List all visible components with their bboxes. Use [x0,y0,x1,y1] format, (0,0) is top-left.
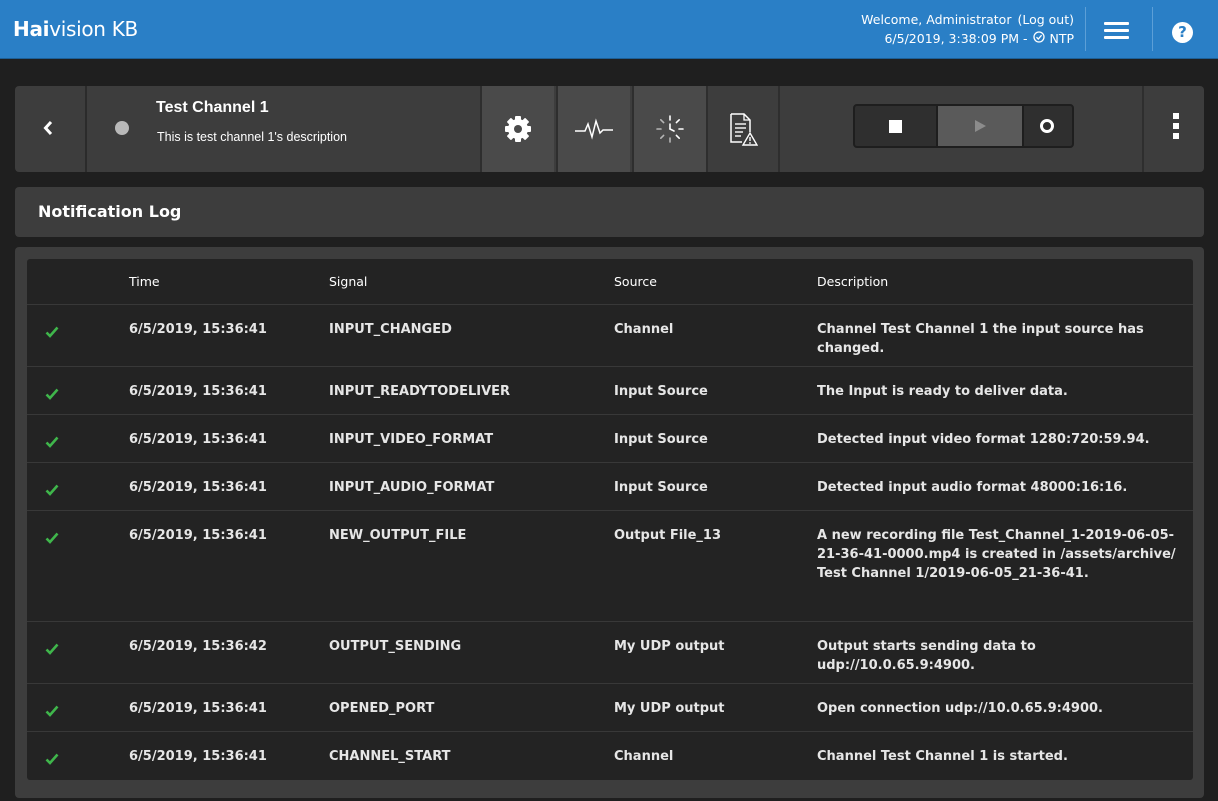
row-source: Output File_13 [614,528,722,543]
schedule-button[interactable] [632,86,706,172]
channel-status-indicator [115,121,129,135]
back-button[interactable] [15,86,87,172]
table-row[interactable]: 6/5/2019, 15:36:41 INPUT_READYTODELIVER … [27,367,1193,415]
column-header-description[interactable]: Description [817,274,888,289]
check-icon [45,323,59,342]
ntp-check-icon [1033,29,1046,48]
row-signal: INPUT_CHANGED [329,322,452,337]
row-time: 6/5/2019, 15:36:41 [129,528,267,543]
row-description: Open connection udp://10.0.65.9:4900. [817,701,1103,716]
row-description: Channel Test Channel 1 the input source … [817,322,1144,356]
channel-toolbar: Test Channel 1 This is test channel 1's … [15,86,1204,172]
row-time: 6/5/2019, 15:36:41 [129,432,267,447]
row-time: 6/5/2019, 15:36:41 [129,749,267,764]
table-row[interactable]: 6/5/2019, 15:36:41 OPENED_PORT My UDP ou… [27,684,1193,732]
column-header-time[interactable]: Time [129,274,160,289]
current-datetime: 6/5/2019, 3:38:09 PM - [884,31,1032,46]
top-header: Haivision KB Welcome, Administrator (Log … [0,0,1218,59]
check-icon [45,529,59,548]
table-row[interactable]: 6/5/2019, 15:36:41 INPUT_AUDIO_FORMAT In… [27,463,1193,511]
row-signal: OPENED_PORT [329,701,435,716]
record-icon [1040,119,1054,133]
column-header-signal[interactable]: Signal [329,274,367,289]
table-row[interactable]: 6/5/2019, 15:36:41 INPUT_CHANGED Channel… [27,305,1193,367]
row-source: Channel [614,322,674,337]
loading-icon [656,115,684,143]
alert-report-button[interactable] [706,86,780,172]
row-source: Input Source [614,432,708,447]
row-description: The Input is ready to deliver data. [817,384,1068,399]
stop-icon [889,120,902,133]
settings-button[interactable] [480,86,554,172]
row-signal: CHANNEL_START [329,749,451,764]
check-icon [45,385,59,404]
signal-icon [575,118,613,140]
row-source: My UDP output [614,701,725,716]
row-signal: OUTPUT_SENDING [329,639,462,654]
help-icon[interactable]: ? [1172,22,1193,43]
row-signal: INPUT_AUDIO_FORMAT [329,480,495,495]
row-time: 6/5/2019, 15:36:41 [129,384,267,399]
logout-link[interactable]: (Log out) [1017,12,1074,27]
check-icon [45,702,59,721]
more-options-button[interactable] [1142,86,1204,172]
check-icon [45,750,59,769]
row-source: Input Source [614,480,708,495]
row-signal: NEW_OUTPUT_FILE [329,528,467,543]
row-description: Detected input audio format 48000:16:16. [817,480,1128,495]
channel-title: Test Channel 1 [156,99,269,116]
transport-controls [853,104,1074,148]
table-row[interactable]: 6/5/2019, 15:36:41 INPUT_VIDEO_FORMAT In… [27,415,1193,463]
ntp-label: NTP [1049,31,1074,46]
row-description: Output starts sending data to udp://10.0… [817,639,1036,673]
statistics-button[interactable] [556,86,630,172]
column-header-source[interactable]: Source [614,274,657,289]
channel-description: This is test channel 1's description [157,130,347,144]
check-icon [45,640,59,659]
stop-button[interactable] [855,106,936,146]
row-time: 6/5/2019, 15:36:41 [129,322,267,337]
row-time: 6/5/2019, 15:36:42 [129,639,267,654]
row-source: Input Source [614,384,708,399]
row-description: Detected input video format 1280:720:59.… [817,432,1150,447]
row-description: Channel Test Channel 1 is started. [817,749,1068,764]
table-row[interactable]: 6/5/2019, 15:36:42 OUTPUT_SENDING My UDP… [27,622,1193,684]
notification-log-panel: Time Signal Source Description 6/5/2019,… [15,247,1204,798]
welcome-text: Welcome, Administrator [861,12,1012,27]
table-row[interactable]: 6/5/2019, 15:36:41 NEW_OUTPUT_FILE Outpu… [27,511,1193,622]
row-time: 6/5/2019, 15:36:41 [129,480,267,495]
header-divider [1085,7,1086,51]
check-icon [45,481,59,500]
row-description: A new recording file Test_Channel_1-2019… [817,528,1176,581]
header-divider [1152,7,1153,51]
user-info: Welcome, Administrator (Log out) 6/5/2019… [861,10,1074,48]
row-signal: INPUT_VIDEO_FORMAT [329,432,494,447]
table-header: Time Signal Source Description [27,259,1193,305]
play-button[interactable] [938,106,1022,146]
app-logo[interactable]: Haivision KB [13,17,138,41]
row-signal: INPUT_READYTODELIVER [329,384,511,399]
page-title: Notification Log [38,202,182,221]
record-button[interactable] [1024,106,1072,146]
row-source: Channel [614,749,674,764]
gear-icon [505,116,531,142]
chevron-left-icon [43,120,53,136]
row-time: 6/5/2019, 15:36:41 [129,701,267,716]
notification-log-table: Time Signal Source Description 6/5/2019,… [27,259,1193,780]
more-vertical-icon [1173,113,1179,119]
menu-icon[interactable] [1104,22,1129,39]
check-icon [45,433,59,452]
row-source: My UDP output [614,639,725,654]
report-warning-icon [730,113,758,146]
table-row[interactable]: 6/5/2019, 15:36:41 CHANNEL_START Channel… [27,732,1193,780]
play-icon [975,120,986,132]
section-header: Notification Log [15,187,1204,237]
